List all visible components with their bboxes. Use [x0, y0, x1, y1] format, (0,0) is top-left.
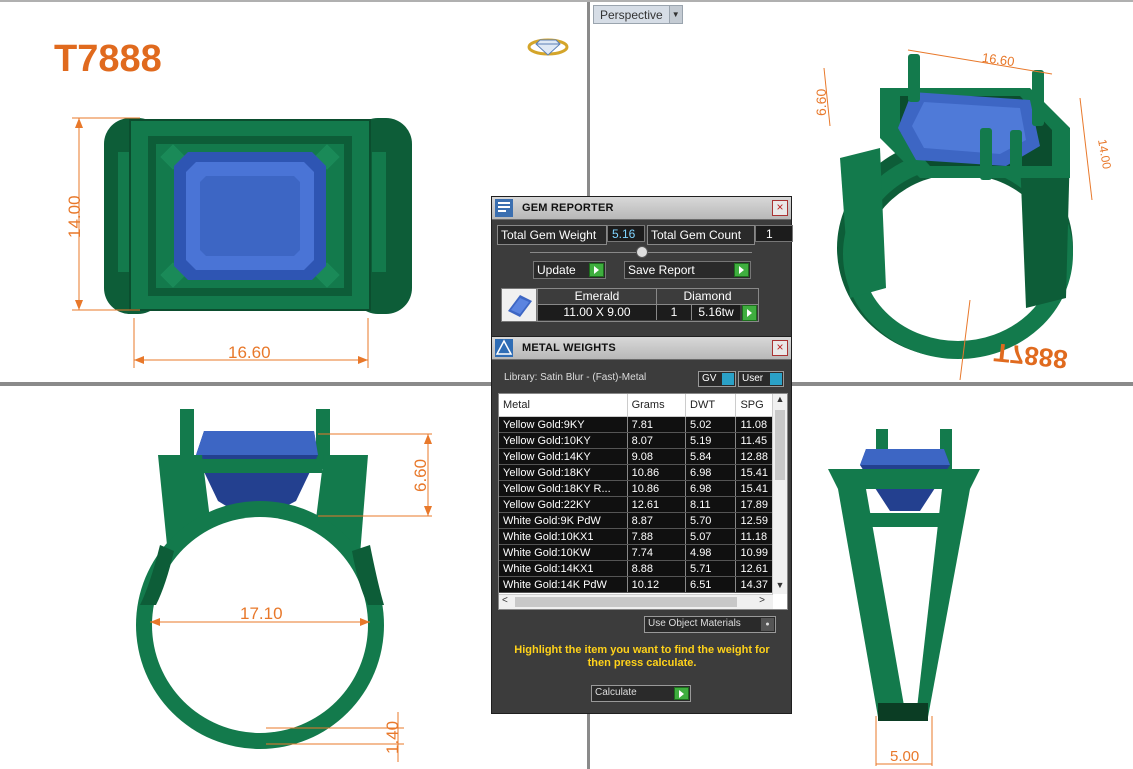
close-icon[interactable]: × — [772, 340, 788, 356]
play-icon — [747, 309, 752, 317]
svg-text:6.60: 6.60 — [411, 459, 430, 492]
update-button-label: Update — [537, 263, 576, 277]
save-report-button-label: Save Report — [628, 263, 695, 277]
dimension-label-persp-height: 6.60 — [813, 89, 829, 116]
metal-weights-titlebar[interactable]: METAL WEIGHTS × — [492, 337, 791, 360]
table-row[interactable]: Yellow Gold:10KY 8.07 5.19 11.45 — [499, 432, 787, 449]
total-gem-weight-label: Total Gem Weight — [497, 225, 607, 245]
gem-reporter-titlebar[interactable]: GEM REPORTER × — [492, 197, 791, 220]
dimension-label-front-inner: 17.10 — [240, 604, 283, 623]
toggle-indicator-icon — [770, 373, 782, 385]
dimension-label-front-height: 6.60 — [411, 459, 430, 492]
svg-text:14.00: 14.00 — [65, 195, 84, 238]
table-row[interactable]: White Gold:14K PdW 10.12 6.51 14.37 — [499, 576, 787, 593]
user-toggle-label: User — [742, 373, 764, 384]
gv-toggle[interactable]: GV — [698, 371, 736, 387]
horizontal-scrollbar[interactable]: < > — [499, 594, 773, 609]
play-icon — [674, 687, 689, 700]
table-row[interactable]: White Gold:10KX1 7.88 5.07 11.18 — [499, 528, 787, 545]
gem-table[interactable]: Emerald Diamond 11.00 X 9.00 1 5.16tw — [537, 288, 759, 322]
gem-size-cell: 11.00 X 9.00 — [538, 305, 657, 320]
calculate-button-label: Calculate — [595, 687, 637, 698]
scroll-thumb-horizontal[interactable] — [515, 597, 737, 607]
chevron-down-icon: ● — [761, 618, 774, 631]
table-row[interactable]: White Gold:9K PdW 8.87 5.70 12.59 — [499, 512, 787, 529]
splitter-handle[interactable] — [636, 246, 648, 258]
total-gem-weight-value: 5.16 — [607, 225, 645, 242]
table-row[interactable]: Yellow Gold:22KY 12.61 8.11 17.89 — [499, 496, 787, 513]
table-row[interactable]: White Gold:14KX1 8.88 5.71 12.61 — [499, 560, 787, 577]
column-header-dwt[interactable]: DWT — [685, 394, 737, 417]
total-gem-count-label: Total Gem Count — [647, 225, 755, 245]
table-row[interactable]: White Gold:10KW 7.74 4.98 10.99 — [499, 544, 787, 561]
gem-type-header: Diamond — [657, 289, 758, 305]
use-object-materials-label: Use Object Materials — [648, 618, 741, 629]
vertical-scrollbar[interactable]: ▲ ▼ — [772, 394, 787, 594]
update-button[interactable]: Update — [533, 261, 606, 279]
scroll-thumb[interactable] — [775, 410, 785, 480]
dimension-label-top-height: 14.00 — [65, 195, 84, 238]
gv-toggle-label: GV — [702, 373, 717, 384]
metal-weights-title: METAL WEIGHTS — [522, 342, 616, 354]
calculate-hint: Highlight the item you want to find the … — [514, 644, 770, 669]
dimension-label-top-width: 16.60 — [228, 343, 271, 362]
gem-tw-cell: 5.16tw — [692, 305, 740, 320]
svg-text:14.00: 14.00 — [1095, 138, 1114, 170]
table-row[interactable]: Yellow Gold:18KY R... 10.86 6.98 15.41 — [499, 480, 787, 497]
play-icon — [734, 263, 749, 277]
close-icon[interactable]: × — [772, 200, 788, 216]
user-toggle[interactable]: User — [738, 371, 784, 387]
gem-thumbnail[interactable] — [501, 288, 537, 322]
toggle-indicator-icon — [722, 373, 734, 385]
use-object-materials-dropdown[interactable]: Use Object Materials ● — [644, 616, 776, 633]
svg-text:1.40: 1.40 — [383, 721, 402, 754]
svg-text:6.60: 6.60 — [813, 89, 829, 116]
column-header-metal[interactable]: Metal — [499, 394, 628, 417]
dimension-label-side-width: 5.00 — [890, 748, 920, 765]
scroll-up-icon[interactable]: ▲ — [773, 394, 787, 408]
play-icon — [589, 263, 604, 277]
table-row[interactable]: Yellow Gold:18KY 10.86 6.98 15.41 — [499, 464, 787, 481]
column-header-grams[interactable]: Grams — [627, 394, 687, 417]
metal-weights-icon — [495, 339, 513, 357]
report-icon — [495, 199, 513, 217]
scroll-right-icon[interactable]: > — [759, 595, 765, 606]
library-label: Library: Satin Blur - (Fast)-Metal — [504, 372, 647, 383]
scroll-left-icon[interactable]: < — [502, 595, 508, 606]
gem-reporter-panel: GEM REPORTER × Total Gem Weight 5.16 Tot… — [491, 196, 793, 338]
gem-qty-cell: 1 — [657, 305, 692, 320]
metal-table[interactable]: Metal Grams DWT SPG Yellow Gold:9KY 7.81 5… — [499, 394, 787, 593]
dimension-label-persp-depth: 14.00 — [1095, 138, 1114, 170]
scroll-down-icon[interactable]: ▼ — [773, 580, 787, 594]
gem-row-action-button[interactable] — [742, 305, 757, 321]
metal-weights-panel: METAL WEIGHTS × Library: Satin Blur - (F… — [491, 336, 792, 714]
total-gem-count-value: 1 — [755, 225, 793, 242]
dimension-label-front-shank: 1.40 — [383, 721, 402, 754]
gem-cut-header: Emerald — [538, 289, 657, 305]
metal-table-container[interactable]: Metal Grams DWT SPG Yellow Gold:9KY 7.81 5… — [498, 393, 788, 610]
calculate-button[interactable]: Calculate — [591, 685, 691, 702]
gem-reporter-title: GEM REPORTER — [522, 202, 614, 214]
save-report-button[interactable]: Save Report — [624, 261, 751, 279]
emerald-cut-gem-icon — [508, 295, 532, 317]
table-row[interactable]: Yellow Gold:14KY 9.08 5.84 12.88 — [499, 448, 787, 465]
table-row[interactable]: Yellow Gold:9KY 7.81 5.02 11.08 — [499, 416, 787, 433]
